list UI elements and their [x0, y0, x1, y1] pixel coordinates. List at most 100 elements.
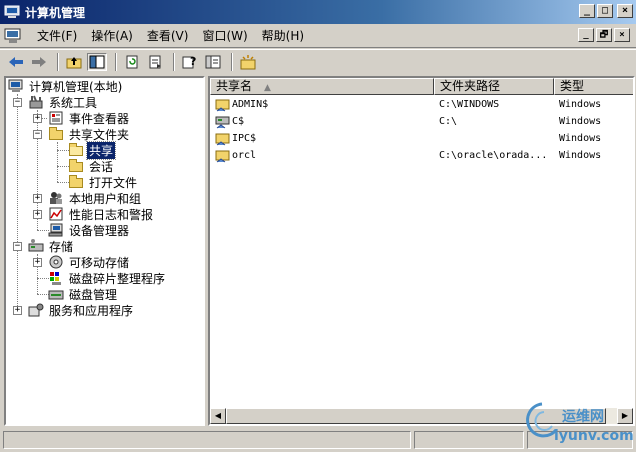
- tree-item-root[interactable]: 计算机管理(本地): [8, 78, 124, 94]
- menu-file[interactable]: 文件(F): [30, 27, 84, 44]
- properties-icon[interactable]: [203, 53, 223, 71]
- menu-action[interactable]: 操作(A): [84, 27, 140, 44]
- share-type: Windows: [559, 133, 602, 144]
- expand-toggle[interactable]: +: [33, 258, 42, 267]
- status-panel-main: [3, 431, 411, 449]
- tree-item-event-viewer[interactable]: 事件查看器: [48, 110, 131, 126]
- maximize-button[interactable]: □: [597, 4, 613, 18]
- collapse-toggle[interactable]: −: [33, 130, 42, 139]
- close-button[interactable]: ×: [617, 4, 633, 18]
- tree-label: 共享文件夹: [69, 127, 130, 142]
- tree-item-shares[interactable]: 共享: [68, 140, 117, 160]
- column-label: 文件夹路径: [440, 79, 501, 93]
- column-header-share-name[interactable]: 共享名 ▲: [210, 78, 434, 95]
- tree-item-system-tools[interactable]: 系统工具: [28, 94, 99, 110]
- tree-item-storage[interactable]: 存储: [28, 238, 75, 254]
- computer-management-icon: [4, 5, 20, 19]
- computer-icon: [8, 78, 24, 94]
- share-name: C$: [232, 116, 245, 127]
- column-label: 共享名: [216, 79, 253, 93]
- tree-label: 会话: [89, 159, 114, 174]
- list-item[interactable]: ADMIN$ C:\WINDOWS Windows: [210, 96, 630, 113]
- console-tree[interactable]: 计算机管理(本地) − 系统工具 + 事件查看器 − 共享文件夹 共享 会话 打…: [4, 76, 205, 426]
- title-bar: 计算机管理 _ □ ×: [0, 0, 636, 24]
- menu-view[interactable]: 查看(V): [140, 27, 196, 44]
- users-icon: [48, 190, 64, 206]
- child-close-button[interactable]: ×: [614, 28, 630, 42]
- expand-toggle[interactable]: +: [33, 210, 42, 219]
- watermark-text: iyunv.com: [554, 428, 634, 444]
- tree-label: 计算机管理(本地): [29, 79, 123, 94]
- show-tree-icon[interactable]: [87, 52, 107, 71]
- forward-icon[interactable]: [29, 53, 49, 71]
- tree-item-sessions[interactable]: 会话: [68, 158, 115, 174]
- tree-label: 共享: [85, 140, 117, 160]
- folder-path: C:\oracle\orada...: [439, 150, 548, 161]
- refresh-icon[interactable]: [122, 53, 142, 71]
- back-icon[interactable]: [6, 53, 26, 71]
- folder-open-icon: [68, 142, 84, 158]
- expand-toggle[interactable]: +: [13, 306, 22, 315]
- tree-item-perf-logs[interactable]: 性能日志和警报: [48, 206, 155, 222]
- scroll-left-icon[interactable]: ◀: [210, 408, 226, 424]
- tree-item-disk-defrag[interactable]: 磁盘碎片整理程序: [48, 270, 167, 286]
- svg-text:?: ?: [190, 55, 196, 68]
- tree-item-removable-storage[interactable]: 可移动存储: [48, 254, 131, 270]
- share-name: IPC$: [232, 133, 257, 144]
- device-manager-icon: [48, 222, 64, 238]
- performance-icon: [48, 206, 64, 222]
- tree-item-services-apps[interactable]: 服务和应用程序: [28, 302, 135, 318]
- removable-storage-icon: [48, 254, 64, 270]
- column-header-folder-path[interactable]: 文件夹路径: [434, 78, 554, 95]
- menu-window[interactable]: 窗口(W): [195, 27, 254, 44]
- menu-help[interactable]: 帮助(H): [255, 27, 311, 44]
- expand-toggle[interactable]: +: [33, 114, 42, 123]
- tree-label: 设备管理器: [69, 223, 130, 238]
- storage-icon: [28, 238, 44, 254]
- tree-label: 性能日志和警报: [69, 207, 154, 222]
- collapse-toggle[interactable]: −: [13, 242, 22, 251]
- column-header-type[interactable]: 类型: [554, 78, 633, 95]
- collapse-toggle[interactable]: −: [13, 98, 22, 107]
- export-list-icon[interactable]: [145, 53, 165, 71]
- tree-label: 可移动存储: [69, 255, 130, 270]
- up-folder-icon[interactable]: [64, 53, 84, 71]
- list-item[interactable]: orcl C:\oracle\orada... Windows: [210, 147, 630, 164]
- list-item[interactable]: IPC$ Windows: [210, 130, 630, 147]
- tree-label: 事件查看器: [69, 111, 130, 126]
- share-name: orcl: [232, 150, 257, 161]
- tools-icon: [28, 94, 44, 110]
- minimize-button[interactable]: _: [579, 4, 595, 18]
- child-minimize-button[interactable]: _: [578, 28, 594, 42]
- folder-path: C:\WINDOWS: [439, 99, 500, 110]
- tree-item-open-files[interactable]: 打开文件: [68, 174, 139, 190]
- shares-list[interactable]: 共享名 ▲ 文件夹路径 类型 ADMIN$ C:\WINDOWS Windows …: [208, 76, 635, 426]
- watermark-logo: 运维网 iyunv.com: [522, 400, 634, 450]
- shared-folder-icon: [215, 148, 231, 163]
- window-title: 计算机管理: [25, 5, 86, 20]
- child-restore-button[interactable]: 🗗: [596, 28, 612, 42]
- document-window-icon[interactable]: [4, 28, 22, 44]
- tree-label: 打开文件: [89, 175, 138, 190]
- shared-folder-icon: [215, 131, 231, 146]
- shared-folder-icon: [215, 97, 231, 112]
- status-panel-secondary: [414, 431, 524, 449]
- watermark-text: 运维网: [562, 409, 604, 425]
- tree-item-shared-folders[interactable]: 共享文件夹: [48, 126, 131, 142]
- share-type: Windows: [559, 116, 602, 127]
- tree-label: 存储: [49, 239, 74, 254]
- toolbar: ?: [0, 49, 636, 73]
- new-share-icon[interactable]: [238, 53, 258, 71]
- help-icon[interactable]: ?: [180, 53, 200, 71]
- event-viewer-icon: [48, 110, 64, 126]
- share-name: ADMIN$: [232, 99, 269, 110]
- tree-item-local-users[interactable]: 本地用户和组: [48, 190, 143, 206]
- tree-item-disk-management[interactable]: 磁盘管理: [48, 286, 119, 302]
- toolbar-separator: [231, 52, 233, 71]
- expand-toggle[interactable]: +: [33, 194, 42, 203]
- tree-line: [57, 142, 58, 182]
- column-label: 类型: [560, 79, 585, 93]
- list-item[interactable]: C$ C:\ Windows: [210, 113, 630, 130]
- share-type: Windows: [559, 99, 602, 110]
- tree-item-device-manager[interactable]: 设备管理器: [48, 222, 131, 238]
